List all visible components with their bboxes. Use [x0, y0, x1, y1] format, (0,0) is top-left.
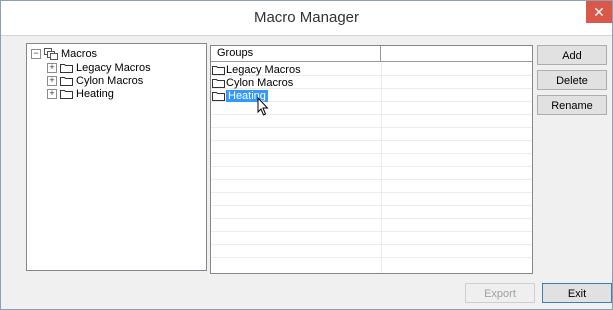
row-divider — [211, 127, 532, 128]
folder-icon — [212, 78, 225, 88]
row-divider — [211, 166, 532, 167]
macro-root-icon — [44, 48, 58, 60]
group-row-cylon-macros[interactable]: Cylon Macros — [212, 76, 293, 89]
folder-icon — [60, 90, 73, 99]
tree-item-cylon-macros[interactable]: + Cylon Macros — [47, 74, 143, 88]
expand-icon[interactable]: + — [47, 89, 57, 99]
tree-item-label: Heating — [76, 88, 114, 100]
collapse-icon[interactable]: − — [31, 49, 41, 59]
folder-icon — [212, 65, 225, 75]
row-divider — [211, 218, 532, 219]
rename-button[interactable]: Rename — [537, 95, 607, 115]
title-bar: Macro Manager ✕ — [1, 1, 612, 36]
column-header-groups[interactable]: Groups — [211, 46, 381, 61]
row-divider — [211, 205, 532, 206]
tree-item-legacy-macros[interactable]: + Legacy Macros — [47, 61, 151, 75]
folder-icon — [212, 91, 225, 101]
group-row-label: Cylon Macros — [226, 76, 294, 89]
row-divider — [211, 257, 532, 258]
expand-icon[interactable]: + — [47, 76, 57, 86]
tree-item-label: Macros — [61, 48, 98, 60]
folder-icon — [60, 64, 73, 73]
row-divider — [211, 153, 532, 154]
row-divider — [211, 192, 532, 193]
macro-manager-window: Macro Manager ✕ − Macros + Legacy Macros… — [0, 0, 613, 310]
group-row-label: Legacy Macros — [226, 63, 301, 76]
column-divider — [381, 62, 382, 273]
row-divider — [211, 231, 532, 232]
column-header-empty[interactable] — [381, 46, 532, 61]
folder-icon — [60, 77, 73, 86]
row-divider — [211, 179, 532, 180]
mouse-cursor-icon — [257, 97, 269, 116]
macro-tree[interactable]: − Macros + Legacy Macros + Cylon Macros … — [26, 43, 207, 271]
row-divider — [211, 244, 532, 245]
export-button[interactable]: Export — [465, 283, 535, 303]
tree-item-label: Cylon Macros — [76, 75, 144, 87]
window-title: Macro Manager — [253, 9, 360, 26]
groups-grid[interactable]: Groups Legacy Macros Cylon Macros Heatin… — [210, 45, 533, 274]
row-divider — [211, 140, 532, 141]
delete-button[interactable]: Delete — [537, 70, 607, 90]
close-button[interactable]: ✕ — [586, 1, 612, 23]
grid-header: Groups — [211, 46, 532, 62]
expand-icon[interactable]: + — [47, 63, 57, 73]
tree-item-heating[interactable]: + Heating — [47, 87, 114, 101]
add-button[interactable]: Add — [537, 45, 607, 65]
tree-item-macros[interactable]: − Macros — [31, 47, 97, 61]
group-row-legacy-macros[interactable]: Legacy Macros — [212, 63, 301, 76]
exit-button[interactable]: Exit — [542, 283, 612, 303]
tree-item-label: Legacy Macros — [76, 62, 151, 74]
